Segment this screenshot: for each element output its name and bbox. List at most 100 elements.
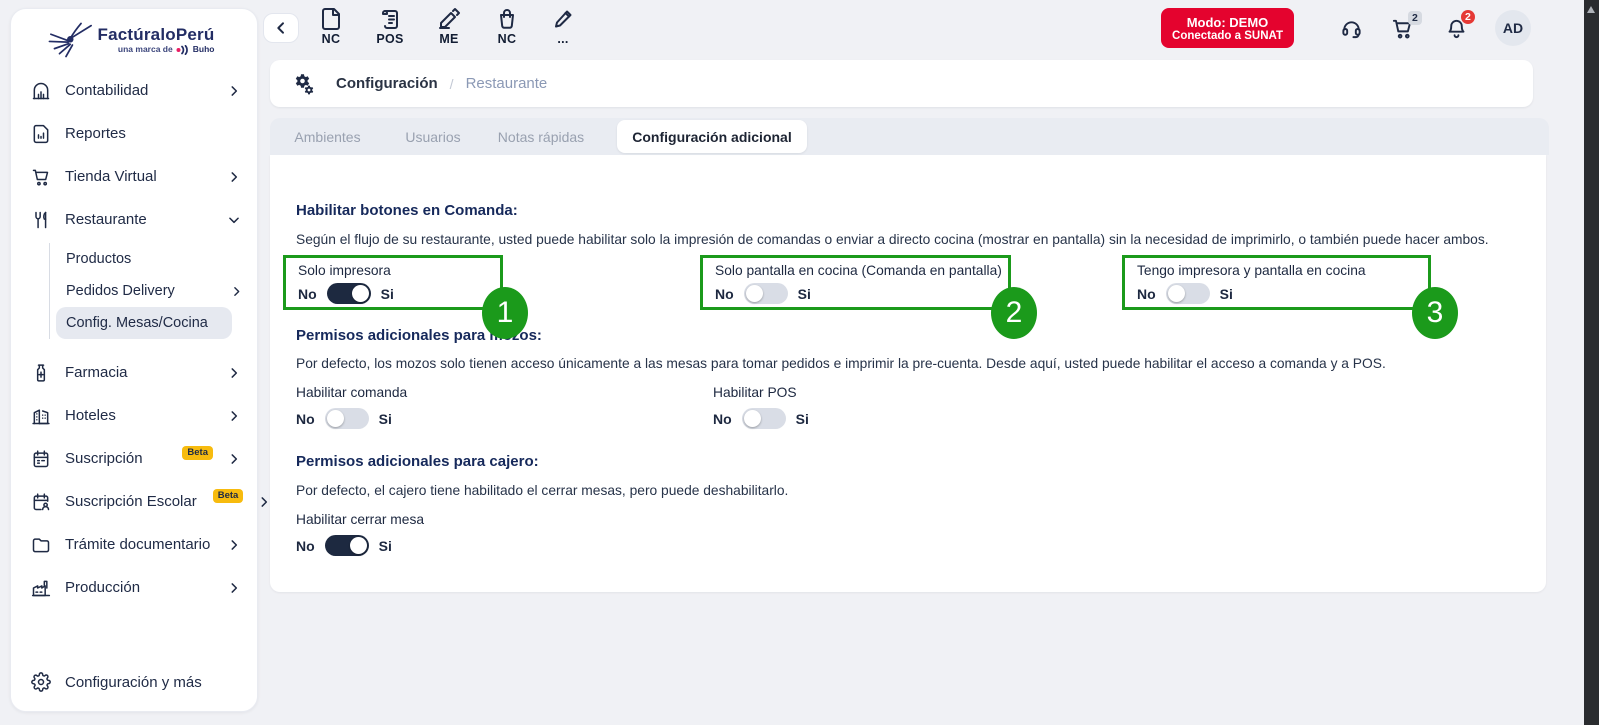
- cart-badge: 2: [1408, 11, 1422, 25]
- toggle-knob: [746, 285, 763, 302]
- tab-notas-rapidas[interactable]: Notas rápidas: [491, 118, 591, 155]
- main-content: Habilitar botones en Comanda: Según el f…: [270, 155, 1546, 592]
- impresora-y-pantalla-toggle[interactable]: [1166, 283, 1210, 304]
- vertical-scrollbar[interactable]: [1584, 0, 1599, 725]
- sidebar-item-suscripcion[interactable]: Suscripción Beta: [11, 437, 257, 480]
- tab-configuracion-adicional[interactable]: Configuración adicional: [617, 120, 807, 153]
- edit-pencil-icon: [551, 7, 575, 31]
- solo-impresora-toggle[interactable]: [327, 283, 371, 304]
- chevron-right-icon: [227, 170, 241, 184]
- toggle-label-solo-pantalla: Solo pantalla en cocina (Comanda en pant…: [715, 263, 996, 278]
- tab-bar: Ambientes Usuarios Notas rápidas Configu…: [270, 118, 1549, 155]
- restaurante-submenu: Productos Pedidos Delivery Config. Mesas…: [49, 243, 257, 339]
- section-desc-cajero: Por defecto, el cajero tiene habilitado …: [296, 483, 788, 498]
- gear-icon: [31, 672, 51, 692]
- buho-mark-icon: [176, 45, 190, 55]
- breadcrumb: Configuración / Restaurante: [270, 60, 1533, 107]
- chevron-right-icon: [227, 84, 241, 98]
- building-icon: [31, 406, 51, 426]
- annotation-box-2: Solo pantalla en cocina (Comanda en pant…: [700, 255, 1011, 310]
- chevron-right-icon: [227, 581, 241, 595]
- toggle-label-solo-impresora: Solo impresora: [298, 263, 488, 278]
- breadcrumb-separator: /: [450, 76, 454, 92]
- chevron-right-icon: [227, 538, 241, 552]
- annotation-number-1: 1: [482, 287, 528, 339]
- habilitar-comanda-toggle[interactable]: [325, 408, 369, 429]
- field-habilitar-cerrar-mesa: Habilitar cerrar mesa No Si: [296, 512, 424, 556]
- submenu-item-pedidos-delivery[interactable]: Pedidos Delivery: [56, 275, 257, 307]
- sidebar-item-restaurante[interactable]: Restaurante: [11, 198, 257, 241]
- chevron-right-icon: [227, 409, 241, 423]
- chevron-left-icon: [273, 20, 289, 36]
- sidebar-item-hoteles[interactable]: Hoteles: [11, 394, 257, 437]
- shortcut-nota-credito-bag[interactable]: NC: [484, 7, 530, 51]
- chevron-right-icon: [230, 285, 243, 298]
- receipt-icon: [378, 7, 402, 31]
- beta-badge: Beta: [213, 489, 244, 503]
- factory-icon: [31, 578, 51, 598]
- chevron-right-icon: [257, 495, 271, 509]
- annotation-number-3: 3: [1412, 287, 1458, 339]
- brand-logo[interactable]: FactúraloPerú una marca de Buho: [11, 9, 257, 65]
- shortcut-more-documents[interactable]: ...: [540, 7, 586, 51]
- field-habilitar-pos: Habilitar POS No Si: [713, 385, 809, 429]
- sidebar-item-reportes[interactable]: Reportes: [11, 112, 257, 155]
- sidebar: FactúraloPerú una marca de Buho Contabil…: [10, 8, 258, 712]
- chart-icon: [31, 81, 51, 101]
- shortcut-me[interactable]: ME: [426, 7, 472, 51]
- annotation-number-2: 2: [991, 287, 1037, 339]
- gears-icon: [290, 71, 316, 97]
- section-title-comanda: Habilitar botones en Comanda:: [296, 202, 518, 219]
- folder-icon: [31, 535, 51, 555]
- support-headset-icon[interactable]: [1340, 17, 1363, 40]
- sidebar-item-configuracion-y-mas[interactable]: Configuración y más: [11, 653, 257, 711]
- utensils-icon: [31, 210, 51, 230]
- toggle-knob: [350, 537, 367, 554]
- calendar-student-icon: [31, 492, 51, 512]
- brand-tagline: una marca de: [118, 45, 173, 54]
- back-button[interactable]: [263, 13, 299, 43]
- section-desc-comanda: Según el flujo de su restaurante, usted …: [296, 232, 1489, 247]
- user-avatar[interactable]: AD: [1495, 10, 1531, 46]
- shortcut-nota-credito[interactable]: NC: [308, 7, 354, 51]
- sidebar-item-farmacia[interactable]: Farmacia: [11, 351, 257, 394]
- sidebar-item-tramite-documentario[interactable]: Trámite documentario: [11, 523, 257, 566]
- scroll-up-arrow-icon[interactable]: [1587, 6, 1595, 13]
- toggle-knob: [352, 285, 369, 302]
- submenu-item-config-mesas-cocina[interactable]: Config. Mesas/Cocina: [56, 307, 232, 339]
- section-desc-mozos: Por defecto, los mozos solo tienen acces…: [296, 356, 1386, 371]
- submenu-item-productos[interactable]: Productos: [56, 243, 257, 275]
- calendar-icon: [31, 449, 51, 469]
- brand-name: FactúraloPerú: [98, 26, 215, 43]
- demo-mode-button[interactable]: Modo: DEMO Conectado a SUNAT: [1161, 8, 1294, 48]
- solo-pantalla-toggle[interactable]: [744, 283, 788, 304]
- sidebar-item-tienda-virtual[interactable]: Tienda Virtual: [11, 155, 257, 198]
- shopping-bag-icon: [495, 7, 519, 31]
- shopping-cart-icon: [31, 167, 51, 187]
- habilitar-pos-toggle[interactable]: [742, 408, 786, 429]
- shortcut-pos[interactable]: POS: [367, 7, 413, 51]
- sidebar-item-produccion[interactable]: Producción: [11, 566, 257, 609]
- beta-badge: Beta: [182, 446, 213, 460]
- field-habilitar-comanda: Habilitar comanda No Si: [296, 385, 407, 429]
- chevron-right-icon: [227, 366, 241, 380]
- breadcrumb-current[interactable]: Restaurante: [466, 75, 548, 92]
- tab-ambientes[interactable]: Ambientes: [290, 118, 365, 155]
- sidebar-item-suscripcion-escolar[interactable]: Suscripción Escolar Beta: [11, 480, 257, 523]
- brand-tagline-name: Buho: [193, 45, 215, 54]
- chevron-down-icon: [227, 213, 241, 227]
- toggle-knob: [1168, 285, 1185, 302]
- toggle-knob: [327, 410, 344, 427]
- sidebar-item-contabilidad[interactable]: Contabilidad: [11, 69, 257, 112]
- breadcrumb-root: Configuración: [336, 75, 438, 92]
- chevron-right-icon: [227, 452, 241, 466]
- pen-signature-icon: [437, 7, 461, 31]
- medicine-bottle-icon: [31, 363, 51, 383]
- habilitar-cerrar-mesa-toggle[interactable]: [325, 535, 369, 556]
- notifications-badge: 2: [1461, 10, 1475, 24]
- report-document-icon: [31, 124, 51, 144]
- tab-usuarios[interactable]: Usuarios: [397, 118, 469, 155]
- toggle-label-impresora-y-pantalla: Tengo impresora y pantalla en cocina: [1137, 263, 1416, 278]
- annotation-box-3: Tengo impresora y pantalla en cocina No …: [1122, 255, 1431, 310]
- document-icon: [319, 7, 343, 31]
